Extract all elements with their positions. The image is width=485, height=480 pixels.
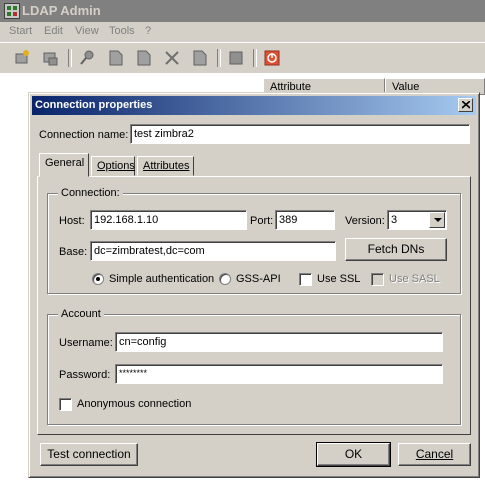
radio-selected-dot <box>96 277 100 281</box>
username-field[interactable]: cn=config <box>115 332 443 352</box>
account-group-title: Account <box>58 308 104 320</box>
ok-button[interactable]: OK <box>316 442 391 467</box>
port-field[interactable]: 389 <box>275 210 335 230</box>
main-window-title: LDAP Admin <box>22 3 101 18</box>
search-icon[interactable] <box>78 48 98 68</box>
close-icon <box>462 101 470 109</box>
menu-start[interactable]: Start <box>9 25 32 37</box>
edit-entry-icon[interactable] <box>134 48 154 68</box>
tab-attributes[interactable]: Attributes <box>137 156 194 176</box>
tab-options[interactable]: Options <box>91 156 135 176</box>
connection-name-label: Connection name: <box>39 129 129 141</box>
version-value: 3 <box>391 214 398 226</box>
main-title-bar[interactable]: LDAP Admin <box>0 0 485 22</box>
toolbar <box>0 42 485 74</box>
gss-api-radio[interactable] <box>219 273 231 285</box>
simple-auth-label: Simple authentication <box>109 273 215 285</box>
use-sasl-checkbox[interactable] <box>371 273 384 286</box>
toolbar-separator <box>253 49 257 67</box>
menu-tools[interactable]: Tools <box>109 25 135 37</box>
exit-icon[interactable] <box>262 48 282 68</box>
tab-attributes-label: Attributes <box>143 160 190 172</box>
cancel-button-label: Cancel <box>415 447 454 461</box>
gss-api-label: GSS-API <box>236 273 281 285</box>
anonymous-connection-label: Anonymous connection <box>77 398 192 410</box>
app-icon <box>4 3 20 19</box>
version-select[interactable]: 3 <box>387 210 447 230</box>
username-label: Username: <box>59 337 113 349</box>
chevron-down-icon[interactable] <box>429 212 445 228</box>
tab-general[interactable]: General <box>39 153 89 177</box>
toolbar-separator <box>68 49 72 67</box>
base-label: Base: <box>59 246 88 258</box>
anonymous-connection-checkbox[interactable] <box>59 398 72 411</box>
menu-help[interactable]: ? <box>145 25 151 37</box>
use-sasl-label: Use SASL <box>389 273 440 285</box>
connection-group-title: Connection: <box>58 187 123 199</box>
password-label: Password: <box>59 369 111 381</box>
simple-auth-radio[interactable] <box>92 273 104 285</box>
host-field[interactable]: 192.168.1.10 <box>90 210 247 230</box>
version-label: Version: <box>345 215 385 227</box>
close-button[interactable] <box>458 98 473 112</box>
password-field[interactable]: ******** <box>115 364 443 384</box>
tab-options-label: Options <box>97 160 135 172</box>
connect-icon[interactable] <box>13 48 33 68</box>
port-label: Port: <box>250 215 274 227</box>
fetch-dns-button[interactable]: Fetch DNs <box>345 238 447 261</box>
delete-icon[interactable] <box>162 48 182 68</box>
toolbar-separator <box>217 49 221 67</box>
use-ssl-label: Use SSL <box>317 273 361 285</box>
dialog-title: Connection properties <box>35 99 153 111</box>
menu-bar: Start Edit View Tools ? <box>0 22 485 42</box>
base-field[interactable]: dc=zimbratest,dc=com <box>90 241 336 261</box>
schema-icon[interactable] <box>226 48 246 68</box>
general-tab-panel: Connection: Host: 192.168.1.10 Port: 389… <box>37 176 471 435</box>
disconnect-icon[interactable] <box>41 48 61 68</box>
test-connection-button[interactable]: Test connection <box>40 443 138 466</box>
use-ssl-checkbox[interactable] <box>299 273 312 286</box>
properties-icon[interactable] <box>190 48 210 68</box>
menu-view[interactable]: View <box>75 25 99 37</box>
cancel-button[interactable]: Cancel <box>398 443 471 466</box>
new-entry-icon[interactable] <box>106 48 126 68</box>
menu-edit[interactable]: Edit <box>44 25 63 37</box>
connection-properties-dialog: Connection properties Connection name: t… <box>28 92 480 478</box>
host-label: Host: <box>59 215 85 227</box>
connection-name-field[interactable]: test zimbra2 <box>130 124 470 144</box>
dialog-title-bar[interactable]: Connection properties <box>32 96 476 115</box>
